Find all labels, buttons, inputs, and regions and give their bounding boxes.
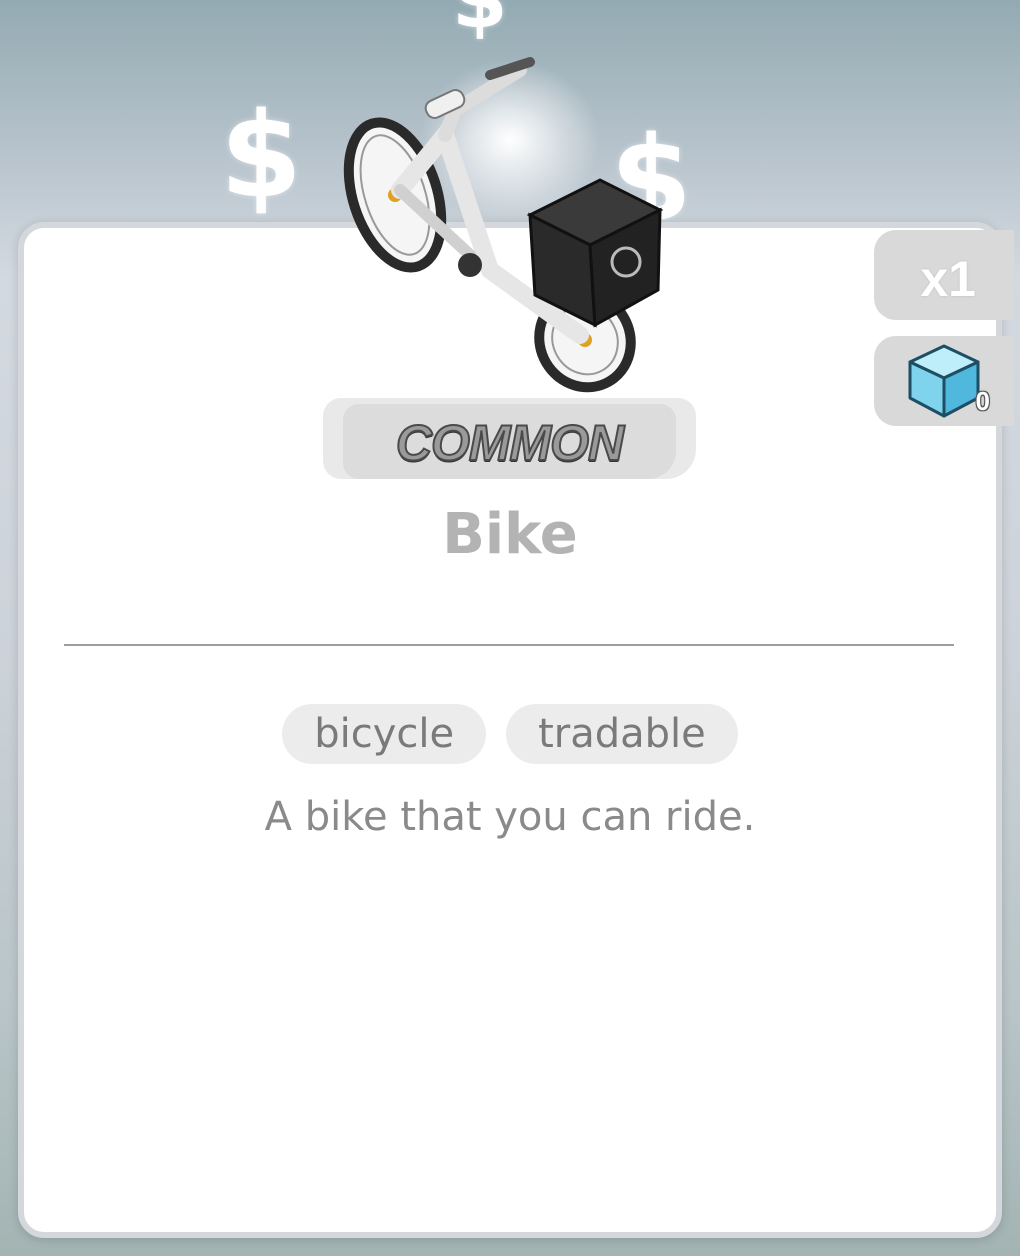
cube-tab[interactable]: 0: [874, 336, 1014, 426]
dollar-sign-icon: $: [220, 86, 303, 224]
dollar-sign-icon: $: [452, 0, 508, 40]
rarity-label: COMMON: [395, 414, 625, 472]
cube-icon: [904, 340, 984, 420]
tag-bicycle: bicycle: [282, 704, 487, 764]
item-name: Bike: [442, 502, 578, 567]
tag-list: bicycle tradable: [0, 704, 1020, 764]
cube-count: 0: [975, 386, 990, 416]
rarity-banner: COMMON: [323, 398, 696, 479]
tag-tradable: tradable: [506, 704, 738, 764]
divider: [64, 644, 954, 646]
bike-icon: [330, 40, 670, 400]
item-description: A bike that you can ride.: [264, 794, 756, 840]
quantity-tab: x1: [874, 230, 1014, 320]
quantity-label: x1: [920, 251, 976, 307]
